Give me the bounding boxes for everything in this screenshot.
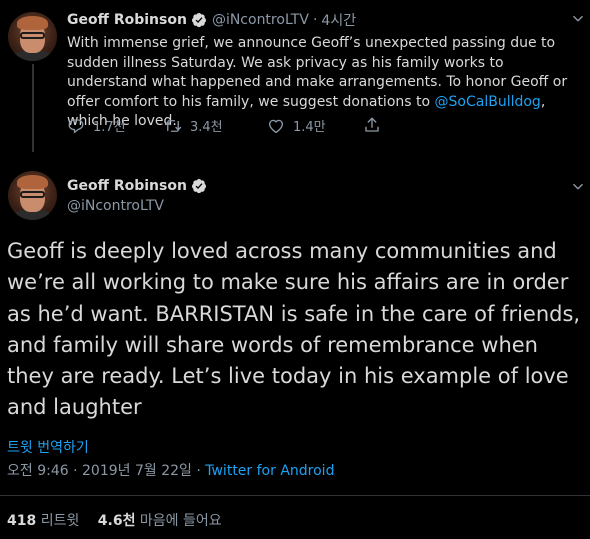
like-count: 1.4만 [293, 120, 326, 135]
author-handle[interactable]: @iNcontroLTV [67, 198, 164, 214]
tweet-header: Geoff Robinson @iNcontroLTV · 4시간 [67, 10, 356, 30]
retweets-label: 리트윗 [40, 513, 80, 529]
tweet-stats: 418 리트윗 4.6천 마음에 들어요 [7, 510, 222, 530]
likes-label: 마음에 들어요 [139, 513, 222, 529]
share-icon [365, 117, 379, 132]
retweet-count: 3.4천 [190, 120, 223, 135]
verified-badge-icon [191, 13, 206, 28]
tweet-client-link[interactable]: Twitter for Android [205, 463, 334, 479]
reply-icon [68, 118, 84, 133]
author-name[interactable]: Geoff Robinson [67, 12, 187, 28]
translate-tweet-link[interactable]: 트윗 번역하기 [7, 437, 89, 457]
likes-value: 4.6천 [97, 513, 136, 529]
like-icon [268, 119, 284, 133]
author-name[interactable]: Geoff Robinson [67, 178, 187, 194]
author-handle[interactable]: @iNcontroLTV [212, 12, 309, 28]
avatar[interactable] [8, 171, 57, 220]
retweet-button[interactable]: 3.4천 [164, 116, 223, 135]
thread-connector-line [32, 64, 34, 152]
tweet-time[interactable]: 4시간 [321, 10, 356, 30]
avatar[interactable] [8, 12, 57, 61]
retweets-stat[interactable]: 418 리트윗 [7, 513, 79, 529]
tweet-text: Geoff is deeply loved across many commun… [7, 239, 581, 420]
chevron-down-icon[interactable] [571, 12, 585, 26]
tweet-timestamp[interactable]: 오전 9:46 · 2019년 7월 22일 [7, 463, 192, 479]
author-handle-row: @iNcontroLTV [67, 198, 164, 214]
reply-button[interactable]: 1.7천 [67, 116, 126, 135]
separator-dot: · [312, 12, 318, 28]
author-name-row: Geoff Robinson [67, 178, 207, 194]
divider [0, 495, 590, 496]
retweet-icon [164, 119, 182, 132]
tweet-meta: 오전 9:46 · 2019년 7월 22일 · Twitter for And… [7, 460, 334, 480]
meta-separator: · [191, 463, 206, 479]
reply-count: 1.7천 [93, 120, 126, 135]
tweet-thread: Geoff Robinson @iNcontroLTV · 4시간 With i… [0, 0, 590, 539]
mention-link[interactable]: @SoCalBulldog [435, 94, 541, 110]
tweet-original[interactable]: Geoff Robinson @iNcontroLTV · 4시간 With i… [0, 0, 590, 152]
share-button[interactable] [363, 116, 389, 134]
like-button[interactable]: 1.4만 [267, 116, 326, 135]
retweets-value: 418 [7, 513, 37, 529]
tweet-focused-header: Geoff Robinson @iNcontroLTV [0, 166, 590, 226]
chevron-down-icon[interactable] [571, 180, 585, 194]
likes-stat[interactable]: 4.6천 마음에 들어요 [98, 513, 222, 529]
verified-badge-icon [191, 179, 206, 194]
